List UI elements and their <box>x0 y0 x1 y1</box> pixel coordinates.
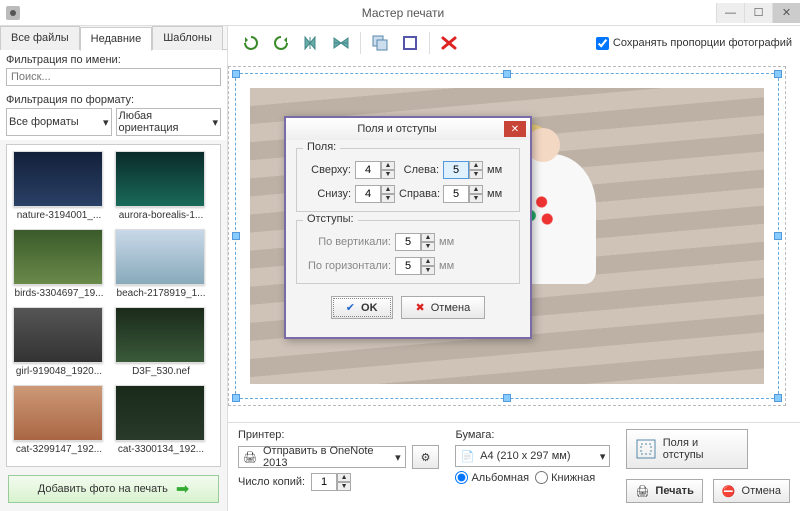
list-item[interactable]: beach-2178919_1... <box>115 229 207 299</box>
add-to-print-button[interactable]: Добавить фото на печать ➡ <box>8 475 219 503</box>
list-item[interactable]: nature-3194001_... <box>13 151 105 221</box>
rotate-left-button[interactable] <box>236 30 266 56</box>
list-item[interactable]: birds-3304697_19... <box>13 229 105 299</box>
printer-icon: 🖨 <box>243 451 257 464</box>
paper-select[interactable]: 📄 А4 (210 x 297 мм) ▾ <box>455 445 610 467</box>
add-to-print-label: Добавить фото на печать <box>38 483 168 495</box>
delete-button[interactable] <box>434 30 464 56</box>
margins-icon <box>635 438 656 460</box>
print-button[interactable]: 🖨 Печать <box>626 479 702 503</box>
margin-right-label: Справа: <box>399 188 439 200</box>
orientation-landscape-radio[interactable]: Альбомная <box>455 471 529 484</box>
bottom-panel: Принтер: 🖨 Отправить в OneNote 2013 ▾ ⚙ … <box>228 422 800 511</box>
titlebar: Мастер печати — ☐ ✕ <box>0 0 800 26</box>
list-item[interactable]: aurora-borealis-1... <box>115 151 207 221</box>
tab-templates[interactable]: Шаблоны <box>152 26 223 50</box>
flip-vertical-button[interactable] <box>326 30 356 56</box>
margins-dialog: Поля и отступы ✕ Поля: Сверху: ▲▼ Слева:… <box>284 116 532 339</box>
tab-all-files[interactable]: Все файлы <box>0 26 80 50</box>
vgap-input[interactable]: ▲▼ <box>395 233 435 251</box>
window-title: Мастер печати <box>90 6 716 20</box>
printer-select[interactable]: 🖨 Отправить в OneNote 2013 ▾ <box>238 446 406 468</box>
fields-group-label: Поля: <box>303 141 340 153</box>
dialog-cancel-button[interactable]: ✖ Отмена <box>401 296 486 319</box>
margin-top-input[interactable]: ▲▼ <box>355 161 395 179</box>
list-item[interactable]: cat-3300134_192... <box>115 385 207 455</box>
margin-bottom-label: Снизу: <box>305 188 351 200</box>
filter-format-label: Фильтрация по формату: <box>6 94 221 106</box>
maximize-button[interactable]: ☐ <box>744 3 772 23</box>
app-icon <box>0 6 90 20</box>
cancel-button[interactable]: ⛔ Отмена <box>713 479 790 503</box>
copies-input[interactable]: ▲▼ <box>311 473 351 491</box>
check-icon: ✔ <box>346 301 355 314</box>
margin-left-label: Слева: <box>399 164 439 176</box>
right-pane: Сохранять пропорции фотографий <box>228 26 800 511</box>
dialog-title: Поля и отступы <box>290 123 504 135</box>
thumbnail-list[interactable]: nature-3194001_... aurora-borealis-1... … <box>6 144 221 467</box>
orientation-portrait-radio[interactable]: Книжная <box>535 471 595 484</box>
left-pane: Все файлы Недавние Шаблоны Фильтрация по… <box>0 26 228 511</box>
copy-button[interactable] <box>365 30 395 56</box>
arrow-right-icon: ➡ <box>176 479 189 499</box>
rotate-right-button[interactable] <box>266 30 296 56</box>
margins-button[interactable]: Поля и отступы <box>626 429 748 469</box>
hgap-label: По горизонтали: <box>305 260 391 272</box>
hgap-input[interactable]: ▲▼ <box>395 257 435 275</box>
minimize-button[interactable]: — <box>716 3 744 23</box>
printer-settings-button[interactable]: ⚙ <box>412 445 440 469</box>
copies-label: Число копий: <box>238 476 305 488</box>
crop-button[interactable] <box>395 30 425 56</box>
printer-label: Принтер: <box>238 429 439 441</box>
keep-proportions-checkbox[interactable]: Сохранять пропорции фотографий <box>596 37 792 50</box>
chevron-down-icon: ▾ <box>600 450 606 463</box>
close-button[interactable]: ✕ <box>772 3 800 23</box>
chevron-down-icon: ▾ <box>103 116 109 129</box>
printer-icon: 🖨 <box>635 485 649 498</box>
flip-horizontal-button[interactable] <box>296 30 326 56</box>
list-item[interactable]: D3F_530.nef <box>115 307 207 377</box>
chevron-down-icon: ▾ <box>395 451 401 464</box>
dialog-ok-button[interactable]: ✔ OK <box>331 296 393 319</box>
margin-bottom-input[interactable]: ▲▼ <box>355 185 395 203</box>
filter-name-label: Фильтрация по имени: <box>6 54 221 66</box>
list-item[interactable]: girl-919048_1920... <box>13 307 105 377</box>
list-item[interactable]: cat-3299147_192... <box>13 385 105 455</box>
search-input[interactable] <box>6 68 221 86</box>
gaps-group-label: Отступы: <box>303 213 358 225</box>
page-icon: 📄 <box>460 450 474 463</box>
paper-label: Бумага: <box>455 429 610 441</box>
tab-recent[interactable]: Недавние <box>80 27 153 51</box>
cancel-icon: ⛔ <box>722 485 736 498</box>
orientation-select-value: Любая ориентация <box>119 110 213 134</box>
vgap-label: По вертикали: <box>305 236 391 248</box>
x-icon: ✖ <box>416 301 425 314</box>
margin-top-label: Сверху: <box>305 164 351 176</box>
toolbar: Сохранять пропорции фотографий <box>228 26 800 60</box>
format-select[interactable]: Все форматы ▾ <box>6 108 112 136</box>
dialog-close-button[interactable]: ✕ <box>504 121 526 137</box>
orientation-select[interactable]: Любая ориентация▾ <box>116 108 222 136</box>
margin-left-input[interactable]: ▲▼ <box>443 161 483 179</box>
format-select-value: Все форматы <box>9 116 79 128</box>
margin-right-input[interactable]: ▲▼ <box>443 185 483 203</box>
chevron-down-icon: ▾ <box>212 116 218 129</box>
gear-icon: ⚙ <box>421 451 431 464</box>
